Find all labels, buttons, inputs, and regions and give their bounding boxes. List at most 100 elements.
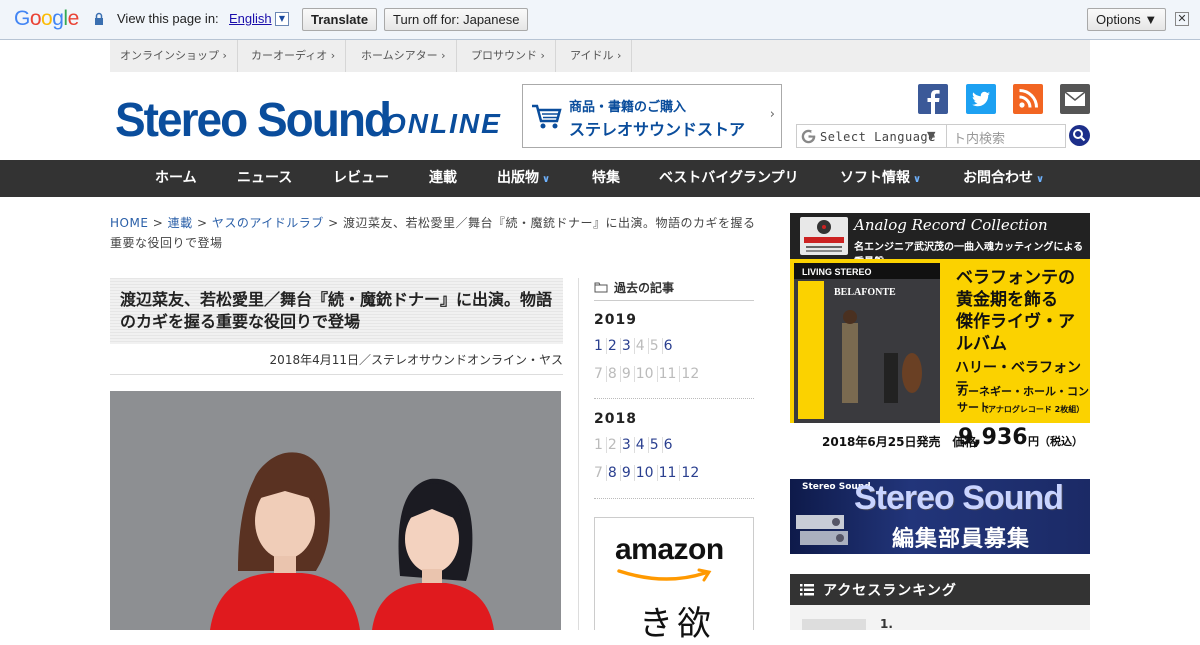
archive-month-link[interactable]: 8 <box>608 465 621 481</box>
archive-month-link[interactable]: 9 <box>622 465 635 481</box>
archive-month: 12 <box>681 366 700 382</box>
nav-item-home[interactable]: ホーム <box>155 160 197 197</box>
audio-equipment-image <box>796 515 848 545</box>
list-icon <box>800 584 814 596</box>
ranking-thumbnail <box>802 619 866 630</box>
ad-title: Stereo Sound <box>854 479 1064 517</box>
archive-month-link[interactable]: 4 <box>636 437 649 453</box>
ad-price: 9,936 <box>958 425 1028 450</box>
store-line1: 商品・書籍のご購入 <box>569 100 687 115</box>
topnav-item-shop[interactable]: オンラインショップ › <box>110 40 238 72</box>
archive-month: 5 <box>650 338 663 354</box>
lock-icon <box>95 12 103 25</box>
language-select[interactable]: Select Language ▼ <box>796 124 948 148</box>
ad-headline: ベラフォンテの 黄金期を飾る 傑作ライヴ・アルバム <box>956 268 1075 354</box>
archive-month-link[interactable]: 5 <box>650 437 663 453</box>
ranking-title: アクセスランキング <box>823 583 957 599</box>
nav-item-series[interactable]: 連載 <box>429 160 457 197</box>
translate-button[interactable]: Translate <box>302 8 378 31</box>
recruit-ad[interactable]: Stereo Sound Stereo Sound 編集部員募集 <box>790 479 1090 554</box>
article-photo <box>110 391 561 630</box>
breadcrumb-series[interactable]: 連載 <box>168 216 193 230</box>
archive-month-link[interactable]: 12 <box>681 465 702 481</box>
nav-item-feature[interactable]: 特集 <box>592 160 620 197</box>
nav-item-contact[interactable]: お問合わせ ∨ <box>963 160 1044 197</box>
archive-month-link[interactable]: 6 <box>664 338 676 354</box>
nav-item-news[interactable]: ニュース <box>237 160 292 197</box>
facebook-icon[interactable] <box>918 84 948 114</box>
archive-heading: 過去の記事 <box>594 279 674 296</box>
close-icon[interactable]: ✕ <box>1175 12 1189 26</box>
divider <box>594 498 754 499</box>
site-logo[interactable]: Stereo Sound <box>115 91 392 148</box>
archive-months-2018-a: 123456 <box>594 437 677 457</box>
ranking-number: 1. <box>880 617 893 631</box>
archive-month: 7 <box>594 465 607 481</box>
site-logo-online[interactable]: ONLINE <box>384 108 502 140</box>
archive-month-link[interactable]: 6 <box>664 437 676 453</box>
search-input[interactable]: ト内検索 <box>946 124 1066 148</box>
archive-month-link[interactable]: 11 <box>659 465 681 481</box>
rss-icon[interactable] <box>1013 84 1043 114</box>
translate-prompt: View this page in: <box>117 11 219 26</box>
chevron-down-icon: ∨ <box>913 174 922 185</box>
breadcrumb-column[interactable]: ヤスのアイドルラブ <box>212 216 324 230</box>
article-title: 渡辺菜友、若松愛里／舞台『続・魔銃ドナー』に出演。物語のカギを握る重要な役回りで… <box>120 290 553 331</box>
svg-text:BELAFONTE: BELAFONTE <box>834 287 896 298</box>
category-nav: オンラインショップ › カーオーディオ › ホームシアター › プロサウンド ›… <box>110 40 1090 72</box>
language-dropdown-icon[interactable]: ▼ <box>275 12 289 26</box>
ad-tax: 円（税込） <box>1028 435 1083 448</box>
ad-release-date: 2018年6月25日発売 価格 <box>822 435 977 449</box>
breadcrumb-home[interactable]: HOME <box>110 216 148 230</box>
archive-month: 2 <box>608 437 621 453</box>
topnav-item-car-audio[interactable]: カーオーディオ › <box>241 40 347 72</box>
archive-month: 8 <box>608 366 621 382</box>
chevron-down-icon: ∨ <box>542 174 551 185</box>
topnav-item-pro-sound[interactable]: プロサウンド › <box>461 40 556 72</box>
topnav-item-idol[interactable]: アイドル › <box>560 40 633 72</box>
google-logo: Google <box>14 7 79 30</box>
ranking-header: アクセスランキング <box>790 574 1090 605</box>
archive-year-2019: 2019 <box>594 312 637 328</box>
archive-month-link[interactable]: 3 <box>622 437 635 453</box>
amazon-ad[interactable]: amazon き欲 <box>594 517 754 644</box>
archive-months-2019-b: 7 8 9 10 11 12 <box>594 366 703 386</box>
archive-month-link[interactable]: 3 <box>622 338 635 354</box>
archive-month-link[interactable]: 1 <box>594 338 607 354</box>
archive-months-2018-b: 7 8 9 10 11 12 <box>594 465 703 485</box>
archive-month-link[interactable]: 2 <box>608 338 621 354</box>
analog-record-ad[interactable]: Analog Record Collection 名エンジニア武沢茂の一曲入魂カ… <box>790 213 1090 463</box>
cart-icon <box>532 104 562 129</box>
archive-month: 7 <box>594 366 607 382</box>
breadcrumb: HOME > 連載 > ヤスのアイドルラブ > 渡辺菜友、若松愛里／舞台『続・魔… <box>110 216 756 250</box>
archive-month: 10 <box>636 366 658 382</box>
nav-item-soft-info[interactable]: ソフト情報 ∨ <box>840 160 921 197</box>
ad-title: Analog Record Collection <box>854 216 1048 234</box>
language-link[interactable]: English <box>229 11 272 26</box>
store-link[interactable]: 商品・書籍のご購入 ステレオサウンドストア › <box>522 84 782 148</box>
archive-month: 9 <box>622 366 635 382</box>
amazon-ad-text: き欲 <box>639 604 715 644</box>
archive-icon <box>594 282 608 293</box>
article-title-box: 渡辺菜友、若松愛里／舞台『続・魔銃ドナー』に出演。物語のカギを握る重要な役回りで… <box>110 278 563 344</box>
mail-icon[interactable] <box>1060 84 1090 114</box>
options-button[interactable]: Options ▼ <box>1087 8 1167 31</box>
search-button[interactable] <box>1069 125 1090 146</box>
ranking-item[interactable]: 1. <box>790 605 1090 631</box>
store-line2: ステレオサウンドストア <box>569 120 746 139</box>
turn-off-button[interactable]: Turn off for: Japanese <box>384 8 529 31</box>
divider <box>110 374 563 375</box>
archive-month: 11 <box>659 366 681 382</box>
archive-month-link[interactable]: 10 <box>636 465 658 481</box>
search-icon <box>1073 129 1086 142</box>
twitter-icon[interactable] <box>966 84 996 114</box>
nav-item-best-buy[interactable]: ベストバイグランプリ <box>659 160 799 197</box>
nav-item-review[interactable]: レビュー <box>333 160 389 197</box>
ad-format: （アナログレコード 2枚組） <box>980 405 1085 414</box>
topnav-item-home-theater[interactable]: ホームシアター › <box>351 40 457 72</box>
archive-month: 1 <box>594 437 607 453</box>
article-meta: 2018年4月11日／ステレオサウンドオンライン・ヤス <box>269 353 563 367</box>
archive-year-2018: 2018 <box>594 411 637 427</box>
nav-item-publications[interactable]: 出版物 ∨ <box>497 160 550 197</box>
svg-text:LIVING STEREO: LIVING STEREO <box>802 267 872 277</box>
